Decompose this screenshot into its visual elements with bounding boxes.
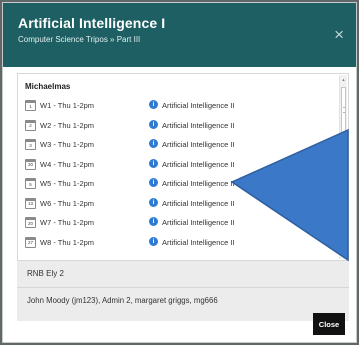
session-row[interactable]: 30 W4 - Thu 1-2pm i Artificial Intelligence… [25, 158, 335, 179]
calendar-icon: 5 [25, 178, 36, 189]
calendar-day: 20 [27, 220, 33, 226]
course-link[interactable]: Artificial Intelligence II [162, 101, 235, 110]
calendar-icon: 27 [25, 236, 36, 248]
calendar-icon: 3 [25, 139, 36, 150]
course-link[interactable]: Artificial Intelligence II [162, 218, 235, 227]
session-row[interactable]: 27 W8 - Thu 1-2pm i Artificial Intelligence… [25, 236, 335, 257]
close-button[interactable]: Close [313, 313, 345, 335]
scroll-up-icon[interactable]: ▲ [340, 77, 347, 82]
course-link[interactable]: Artificial Intelligence II [162, 199, 235, 208]
session-row[interactable]: 13 W6 - Thu 1-2pm i Artificial Intelligence… [25, 197, 335, 218]
session-time: W5 - Thu 1-2pm [40, 179, 95, 188]
scroll-down-icon[interactable]: ▼ [340, 252, 347, 257]
course-link[interactable]: Artificial Intelligence II [162, 238, 235, 247]
session-row[interactable]: 2 W2 - Thu 1-2pm i Artificial Intelligence … [25, 119, 335, 140]
divider [17, 287, 349, 288]
session-time: W6 - Thu 1-2pm [40, 198, 95, 208]
calendar-day: 5 [29, 181, 32, 187]
calendar-day: 13 [27, 201, 33, 206]
calendar-icon: 2 [25, 119, 36, 131]
info-icon[interactable]: i [149, 178, 158, 187]
info-icon[interactable]: i [149, 236, 158, 246]
session-dialog: Artificial Intelligence I Computer Scien… [2, 2, 357, 343]
info-icon[interactable]: i [149, 119, 158, 129]
session-time: W3 - Thu 1-2pm [40, 140, 95, 149]
session-time: W4 - Thu 1-2pm [40, 159, 95, 169]
info-icon[interactable]: i [149, 217, 158, 226]
course-link[interactable]: Artificial Intelligence II [162, 160, 235, 169]
session-list-panel[interactable]: Michaelmas 1 W1 - Thu 1-2pm i Artificial In… [17, 73, 349, 261]
calendar-day: 2 [29, 123, 32, 128]
close-icon[interactable]: × [334, 26, 344, 43]
calendar-day: 27 [27, 240, 33, 245]
scrollbar-thumb[interactable] [341, 87, 346, 135]
breadcrumb: Computer Science Tripos » Part III [18, 35, 141, 44]
session-row[interactable]: 1 W1 - Thu 1-2pm i Artificial Intelligence … [25, 100, 335, 120]
session-time: W8 - Thu 1-2pm [40, 237, 95, 247]
calendar-icon: 13 [25, 197, 36, 209]
scrollbar[interactable]: ▲ ▼ [339, 75, 347, 259]
calendar-icon: 1 [25, 100, 36, 111]
session-row[interactable]: 5 W5 - Thu 1-2pm i Artificial Intelligence … [25, 178, 335, 198]
calendar-icon: 30 [25, 158, 36, 170]
info-icon[interactable]: i [149, 197, 158, 207]
session-list: 1 W1 - Thu 1-2pm i Artificial Intelligence … [25, 100, 335, 256]
dialog-title: Artificial Intelligence I [18, 15, 166, 31]
info-icon[interactable]: i [149, 139, 158, 148]
session-time: W1 - Thu 1-2pm [40, 101, 95, 110]
calendar-icon: 20 [25, 217, 36, 228]
calendar-day: 3 [29, 142, 32, 148]
session-row[interactable]: 20 W7 - Thu 1-2pm i Artificial Intelligence… [25, 217, 335, 237]
session-row[interactable]: 3 W3 - Thu 1-2pm i Artificial Intelligence … [25, 139, 335, 159]
room-label: RNB Ely 2 [27, 269, 64, 278]
session-details: RNB Ely 2 John Moody (jm123), Admin 2, m… [17, 261, 349, 321]
info-icon[interactable]: i [149, 100, 158, 109]
course-link[interactable]: Artificial Intelligence II [162, 140, 235, 149]
session-time: W7 - Thu 1-2pm [40, 218, 95, 227]
course-link[interactable]: Artificial Intelligence II [162, 121, 235, 130]
dialog-header: Artificial Intelligence I Computer Scien… [3, 3, 356, 67]
info-icon[interactable]: i [149, 158, 158, 168]
session-time: W2 - Thu 1-2pm [40, 120, 95, 130]
calendar-day: 30 [27, 162, 33, 167]
calendar-day: 1 [29, 103, 32, 109]
term-heading: Michaelmas [25, 82, 71, 91]
people-label: John Moody (jm123), Admin 2, margaret gr… [27, 296, 218, 305]
course-link[interactable]: Artificial Intelligence II [162, 179, 235, 188]
